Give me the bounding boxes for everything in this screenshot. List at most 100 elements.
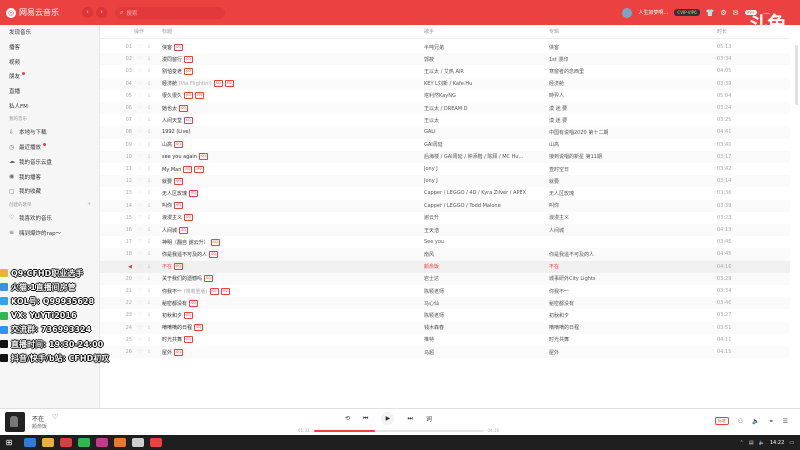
song-artist[interactable]: 推特 — [424, 336, 544, 343]
song-title-cell[interactable]: 漫同窗行 SQ — [162, 55, 412, 63]
song-tag[interactable]: SQ — [189, 299, 198, 307]
download-icon[interactable]: ⇩ — [147, 105, 151, 111]
song-title-cell[interactable]: 很久很久 SQ MV — [162, 92, 412, 100]
song-album[interactable]: 就要 — [549, 178, 709, 185]
table-row[interactable]: ◀ ♡ ⇩ 不在 SQ 颜俞饭 不在 04:16 — [100, 260, 790, 273]
song-tag[interactable]: SQ — [174, 348, 183, 356]
song-artist[interactable]: Capper / LEGGO / Todd Malone — [424, 203, 544, 209]
song-title-cell[interactable]: 你是我遥不可及的人 SQ — [162, 250, 412, 258]
song-album[interactable]: 人间城 — [549, 227, 709, 234]
like-icon[interactable]: ♡ — [138, 81, 142, 87]
song-artist[interactable]: 塔利然KayNG — [424, 92, 544, 99]
like-icon[interactable]: ♡ — [138, 203, 142, 209]
mail-icon[interactable]: ✉ — [733, 8, 739, 18]
song-tag[interactable]: MV — [224, 80, 235, 88]
download-icon[interactable]: ⇩ — [147, 44, 151, 50]
like-icon[interactable]: ♡ — [138, 251, 142, 257]
song-artist[interactable]: 陈颖老师 — [424, 288, 544, 295]
taskbar-app-icon[interactable] — [24, 438, 36, 447]
sidebar-item-9[interactable]: ☁ 我的音乐云盘 — [0, 155, 99, 170]
song-artist[interactable]: 王以太 / DREAM D — [424, 105, 544, 112]
sidebar-item-0[interactable]: 发现音乐 — [0, 25, 99, 40]
volume-tray-icon[interactable]: 🔈 — [759, 440, 765, 446]
together-icon[interactable]: ⚭ — [769, 418, 774, 425]
taskbar-app-icon[interactable] — [42, 438, 54, 447]
download-icon[interactable]: ⇩ — [147, 312, 151, 318]
sidebar-item-5[interactable]: 私人FM — [0, 98, 99, 113]
like-icon[interactable]: ♡ — [138, 325, 142, 331]
table-row[interactable]: 12 ♡ ⇩ 就要 SQ Jony J 就要 03:14 — [100, 175, 790, 188]
network-icon[interactable]: ▤ — [749, 440, 754, 446]
sidebar-item-7[interactable]: ⇩ 本地与下载 — [0, 125, 99, 140]
song-tag[interactable]: MV — [194, 165, 204, 173]
volume-icon[interactable]: 🔈 — [752, 418, 759, 425]
app-logo[interactable]: ◎ 网易云音乐 — [6, 7, 68, 18]
like-icon[interactable]: ♡ — [138, 178, 142, 184]
song-title-cell[interactable]: 不在 SQ — [162, 263, 412, 271]
download-icon[interactable]: ⇩ — [147, 68, 151, 74]
album-cover[interactable] — [5, 412, 25, 432]
like-icon[interactable]: ♡ — [138, 154, 142, 160]
download-icon[interactable]: ⇩ — [147, 81, 151, 87]
taskbar-app-icon[interactable] — [114, 438, 126, 447]
song-album[interactable]: 初秋和夕 — [549, 312, 709, 319]
header-time[interactable]: 时长 — [717, 28, 727, 35]
song-album[interactable]: 中国有说唱2020 第十二期 — [549, 129, 709, 136]
sidebar-item-4[interactable]: 直播 — [0, 84, 99, 99]
table-row[interactable]: 04 ♡ ⇩ 经济舱 (Via Flightin') SQ MV KEY L刘新 / Kaf… — [100, 77, 790, 90]
download-icon[interactable]: ⇩ — [147, 288, 151, 294]
song-tag[interactable]: SQ — [184, 214, 193, 222]
vip-badge[interactable]: CVIP·VIP6 — [674, 9, 700, 16]
song-album[interactable]: 時羿人 — [549, 92, 709, 99]
song-artist[interactable]: 王天浩 — [424, 227, 544, 234]
download-icon[interactable]: ⇩ — [147, 190, 151, 196]
table-row[interactable]: 15 ♡ ⇩ 浪漫主义 SQ 謝云升 浪漫主义 03:23 — [100, 212, 790, 224]
like-icon[interactable]: ♡ — [138, 288, 142, 294]
next-icon[interactable]: ⏭ — [407, 415, 412, 423]
download-icon[interactable]: ⇩ — [147, 239, 151, 245]
download-icon[interactable]: ⇩ — [147, 93, 151, 99]
clock[interactable]: 14:22 — [770, 440, 784, 446]
download-icon[interactable]: ⇩ — [147, 203, 151, 209]
song-title-cell[interactable]: 浪漫主义 SQ — [162, 214, 412, 222]
like-heart-icon[interactable]: ♡ — [52, 413, 58, 421]
add-playlist-icon[interactable]: + — [87, 202, 91, 207]
song-title-cell[interactable]: My Man SQ MV — [162, 165, 412, 173]
like-icon[interactable]: ♡ — [138, 239, 142, 245]
song-title-cell[interactable]: 初秋和夕 SQ — [162, 311, 412, 319]
table-row[interactable]: 09 ♡ ⇩ 山高 SQ GAI周延 山高 03:40 — [100, 139, 790, 151]
song-tag[interactable]: SQ — [210, 238, 220, 246]
sidebar-item-11[interactable]: ▢ 我的收藏 — [0, 184, 99, 199]
like-icon[interactable]: ♡ — [138, 337, 142, 343]
song-tag[interactable]: SQ — [184, 116, 193, 124]
song-tag[interactable]: SQ — [184, 311, 193, 319]
song-artist[interactable]: See you — [424, 239, 544, 245]
table-row[interactable]: 23 ♡ ⇩ 初秋和夕 SQ 陈颖老师 初秋和夕 03:27 — [100, 309, 790, 321]
like-icon[interactable]: ♡ — [138, 44, 142, 50]
download-icon[interactable]: ⇩ — [147, 56, 151, 62]
previous-icon[interactable]: ⏮ — [363, 415, 368, 423]
song-album[interactable]: 无人区玫瑰 — [549, 190, 709, 197]
song-title-cell[interactable]: 神明（翻自 謝云升） SQ — [162, 238, 412, 246]
table-row[interactable]: 07 ♡ ⇩ 人间天堂 SQ 王以太漠 迷 要 03:25 — [100, 114, 790, 126]
song-artist[interactable]: 钱木森春 — [424, 324, 544, 331]
download-icon[interactable]: ⇩ — [147, 337, 151, 343]
song-artist[interactable]: GAI周延 — [424, 141, 544, 148]
like-icon[interactable]: ♡ — [138, 227, 142, 233]
download-icon[interactable]: ⇩ — [147, 178, 151, 184]
song-tag[interactable]: SQ — [184, 67, 193, 75]
forward-arrow-icon[interactable]: › — [96, 7, 107, 18]
skin-icon[interactable]: 👕 — [706, 8, 715, 18]
song-album[interactable]: 侠客 — [549, 44, 709, 51]
song-title-cell[interactable]: 山高 SQ — [162, 141, 412, 149]
song-artist[interactable]: GALI — [424, 129, 544, 135]
song-album[interactable]: 经济舱 — [549, 80, 709, 87]
song-artist[interactable]: Jony J — [424, 166, 544, 172]
download-icon[interactable]: ⇩ — [147, 215, 151, 221]
sidebar-item-14[interactable]: ≡ 嗨到爆炸的rap～ — [0, 225, 99, 240]
header-title[interactable]: 标题 — [162, 28, 172, 35]
table-row[interactable]: 14 ♡ ⇩ 叫你 SQ Capper / LEGGO / Todd Malone 叫你 03… — [100, 199, 790, 212]
song-tag[interactable]: SQ — [209, 250, 218, 258]
song-tag[interactable]: SQ — [189, 189, 198, 197]
song-artist[interactable]: 岩士达 — [424, 275, 544, 282]
